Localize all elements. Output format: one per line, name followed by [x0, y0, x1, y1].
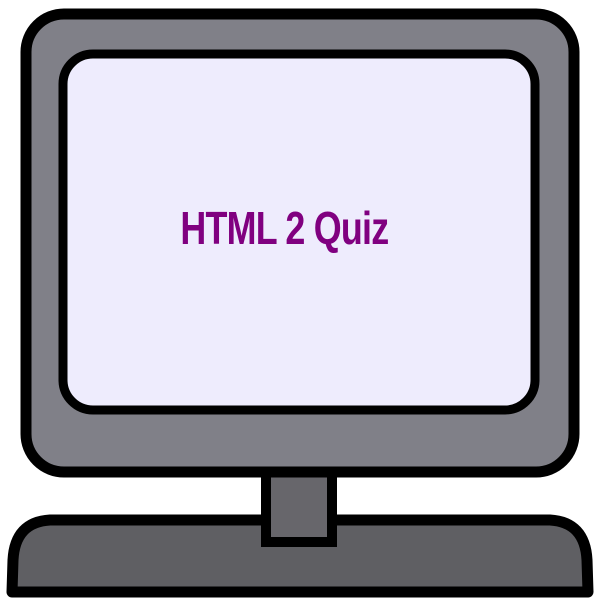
computer-monitor-icon: HTML 2 Quiz — [6, 8, 594, 598]
monitor-stand — [261, 463, 337, 547]
monitor-illustration: HTML 2 Quiz — [0, 0, 600, 607]
screen-title: HTML 2 Quiz — [180, 203, 388, 254]
